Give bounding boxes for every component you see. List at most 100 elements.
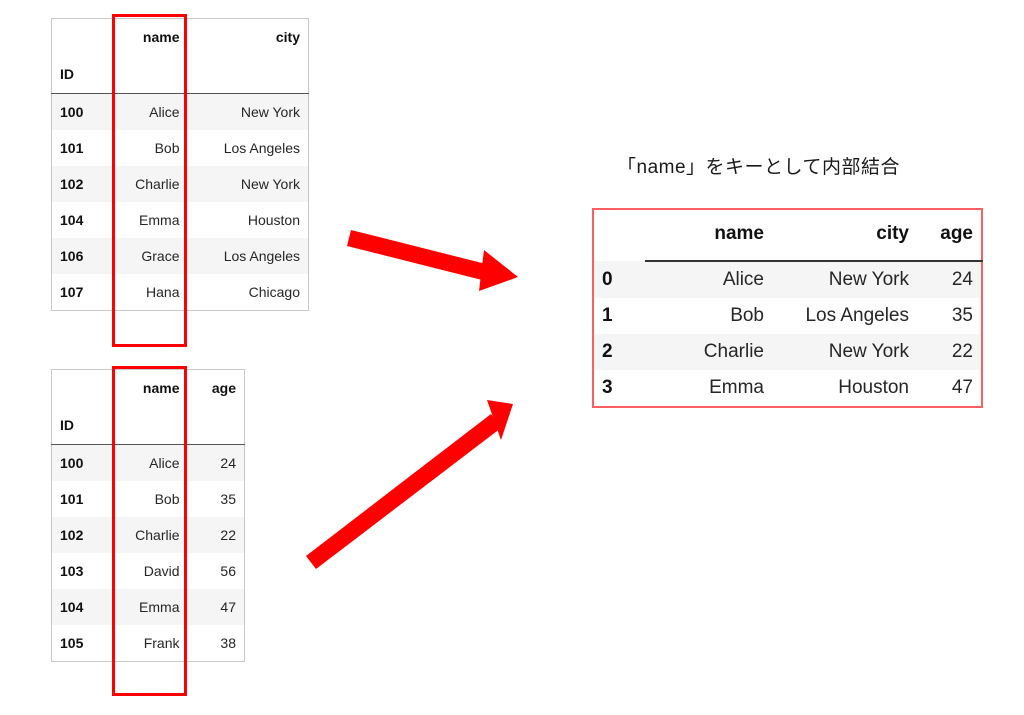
table-header: name age ID: [51, 369, 245, 445]
cell-name: Bob: [154, 140, 180, 156]
row-index: 102: [60, 527, 84, 543]
cell-name: Bob: [730, 305, 764, 326]
header-row-index-name: ID: [51, 55, 309, 94]
cell-city: New York: [828, 269, 909, 290]
cell-city: New York: [828, 341, 909, 362]
cell-city: Chicago: [248, 284, 300, 300]
cell-name: Alice: [149, 104, 180, 120]
row-index: 1: [602, 305, 613, 326]
cell-city: Los Angeles: [223, 140, 300, 156]
cell-name: Bob: [154, 491, 180, 507]
header-cell-name: name: [112, 18, 188, 55]
table-row: 100 Alice New York: [51, 93, 309, 130]
cell-name: Emma: [709, 377, 764, 398]
table-header: name city age: [593, 209, 982, 262]
table-row: 101 Bob 35: [51, 481, 245, 517]
cell-city: Houston: [838, 377, 909, 398]
header-cell-name: name: [645, 209, 772, 262]
table-row: 102 Charlie New York: [51, 166, 309, 202]
row-index: 2: [602, 341, 613, 362]
header-index-blank: [51, 369, 113, 406]
header-row-columns: name city age: [593, 209, 982, 262]
row-index: 102: [60, 176, 84, 192]
table-row: 1 Bob Los Angeles 35: [593, 298, 982, 334]
row-index: 101: [60, 491, 84, 507]
header-index-pad-2: [187, 55, 309, 94]
cell-name: Hana: [146, 284, 180, 300]
header-index-pad-1: [112, 55, 188, 94]
cell-age: 47: [951, 377, 973, 398]
result-table-inner-join: name city age 0 Alice New York 24 1 Bob …: [592, 208, 983, 408]
cell-name: Grace: [141, 248, 180, 264]
arrow-left-table-to-result: [347, 230, 518, 291]
cell-name: Emma: [139, 212, 180, 228]
join-description-label: 「name」をキーとして内部結合: [617, 157, 900, 178]
header-index-blank: [593, 209, 645, 261]
row-index: 105: [60, 635, 84, 651]
header-cell-city: city: [187, 18, 309, 55]
table-body: 0 Alice New York 24 1 Bob Los Angeles 35…: [593, 261, 982, 407]
table-row: 2 Charlie New York 22: [593, 334, 982, 370]
cell-age: 22: [220, 527, 236, 543]
cell-name: Alice: [149, 455, 180, 471]
cell-age: 22: [951, 341, 973, 362]
table-header: name city ID: [51, 18, 309, 94]
table-row: 103 David 56: [51, 553, 245, 589]
header-row-index-name: ID: [51, 406, 245, 445]
table-row: 0 Alice New York 24: [593, 261, 982, 298]
header-cell-city: city: [772, 209, 917, 262]
cell-age: 24: [220, 455, 236, 471]
table-body: 100 Alice New York 101 Bob Los Angeles 1…: [51, 93, 309, 311]
row-index: 106: [60, 248, 84, 264]
table-row: 104 Emma Houston: [51, 202, 309, 238]
header-index-pad-1: [112, 406, 188, 445]
cell-city: Los Angeles: [223, 248, 300, 264]
row-index: 100: [60, 455, 84, 471]
row-index: 104: [60, 599, 84, 615]
header-index-blank: [51, 18, 113, 55]
cell-city: New York: [240, 176, 300, 192]
cell-name: Emma: [139, 599, 180, 615]
header-cell-name: name: [112, 369, 188, 406]
row-index: 101: [60, 140, 84, 156]
cell-name: Frank: [143, 635, 180, 651]
table-body: 100 Alice 24 101 Bob 35 102 Charlie 22 1…: [51, 444, 245, 662]
cell-city: Houston: [247, 212, 300, 228]
row-index: 100: [60, 104, 84, 120]
cell-city: New York: [240, 104, 300, 120]
cell-name: David: [143, 563, 180, 579]
cell-age: 24: [951, 269, 973, 290]
cell-city: Los Angeles: [805, 305, 909, 326]
arrow-right-table-to-result: [306, 400, 513, 569]
cell-name: Charlie: [135, 527, 180, 543]
row-index: 104: [60, 212, 84, 228]
cell-name: Charlie: [703, 341, 764, 362]
header-index-pad-2: [187, 406, 245, 445]
table-row: 3 Emma Houston 47: [593, 370, 982, 407]
header-row-columns: name city: [51, 18, 309, 55]
row-index: 107: [60, 284, 84, 300]
header-index-name: ID: [51, 406, 113, 445]
row-index: 3: [602, 377, 613, 398]
cell-age: 35: [220, 491, 236, 507]
table-row: 105 Frank 38: [51, 625, 245, 662]
cell-name: Charlie: [135, 176, 180, 192]
cell-age: 47: [220, 599, 236, 615]
cell-age: 38: [220, 635, 236, 651]
table-row: 104 Emma 47: [51, 589, 245, 625]
row-index: 0: [602, 268, 613, 290]
source-table-age: name age ID 100 Alice 24 101 Bob 35 102 …: [51, 369, 245, 662]
row-index: 103: [60, 563, 84, 579]
header-cell-age: age: [917, 209, 982, 262]
table-row: 106 Grace Los Angeles: [51, 238, 309, 274]
table-row: 100 Alice 24: [51, 444, 245, 481]
header-cell-age: age: [187, 369, 245, 406]
cell-age: 56: [220, 563, 236, 579]
header-row-columns: name age: [51, 369, 245, 406]
table-row: 101 Bob Los Angeles: [51, 130, 309, 166]
table-row: 102 Charlie 22: [51, 517, 245, 553]
table-row: 107 Hana Chicago: [51, 274, 309, 311]
header-index-name: ID: [51, 55, 113, 94]
cell-age: 35: [951, 305, 973, 326]
source-table-city: name city ID 100 Alice New York 101 Bob …: [51, 18, 309, 311]
